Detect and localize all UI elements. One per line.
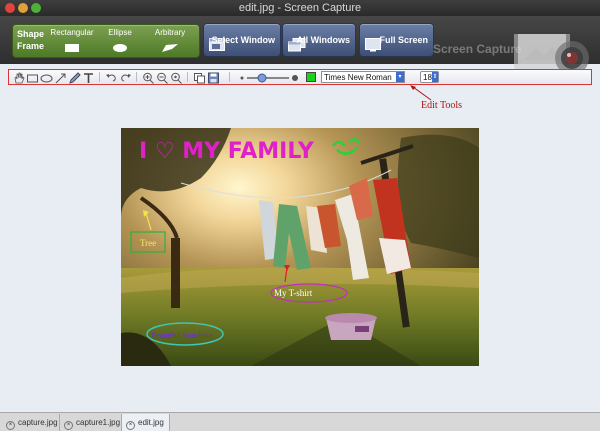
hand-icon[interactable] — [12, 71, 25, 84]
main-toolbar: Shape Frame Rectangular Ellipse Arbitrar… — [0, 16, 600, 75]
tree-label[interactable]: Tree — [140, 238, 156, 248]
family-photo: I ♡ MY FAMILY Tree My T-shirt Beautiful … — [121, 128, 479, 366]
arbitrary-shape-icon — [161, 43, 179, 55]
save-icon[interactable] — [207, 71, 220, 84]
zoom-out-icon[interactable] — [156, 71, 169, 84]
close-window-button[interactable] — [5, 3, 15, 13]
undo-icon[interactable] — [105, 71, 118, 83]
rectangular-label: Rectangular — [50, 28, 94, 37]
rectangle-tool-icon[interactable] — [26, 71, 39, 83]
sunshine-label[interactable]: Beautiful Sunshine — [151, 331, 213, 340]
full-screen-button[interactable]: Full Screen — [359, 23, 434, 57]
arbitrary-frame-button[interactable]: Arbitrary — [145, 27, 195, 55]
document-tabs: × capture.jpg × capture1.jpg × edit.jpg — [0, 412, 600, 431]
all-windows-button[interactable]: All Windows — [282, 23, 356, 57]
select-window-button[interactable]: Select Window — [203, 23, 281, 57]
pencil-tool-icon[interactable] — [68, 71, 81, 84]
tab-capture1[interactable]: × capture1.jpg — [60, 414, 122, 431]
tab-label: capture.jpg — [18, 418, 58, 427]
shape-frame-group: Shape Frame Rectangular Ellipse Arbitrar… — [12, 24, 200, 58]
ellipse-frame-button[interactable]: Ellipse — [95, 27, 145, 55]
rectangular-frame-button[interactable]: Rectangular — [47, 27, 97, 55]
font-size: 18 — [423, 73, 432, 82]
font-size-select[interactable]: 18 ⇕ — [420, 71, 439, 83]
stepper-icon: ⇕ — [432, 72, 438, 82]
arbitrary-label: Arbitrary — [154, 28, 186, 37]
copy-icon[interactable] — [193, 71, 206, 84]
text-tool-icon[interactable] — [82, 71, 95, 83]
select-window-label: Select Window — [211, 35, 275, 45]
tab-label: capture1.jpg — [76, 418, 121, 427]
title-bar: edit.jpg - Screen Capture — [0, 0, 600, 16]
redo-icon[interactable] — [119, 71, 132, 83]
arrow-tool-icon[interactable] — [54, 71, 67, 84]
ellipse-label: Ellipse — [108, 28, 132, 37]
font-name: Times New Roman — [324, 73, 392, 82]
shape-frame-label: Shape Frame — [17, 29, 45, 51]
close-tab-icon[interactable]: × — [64, 421, 73, 430]
actual-size-icon[interactable] — [170, 71, 183, 84]
app-window: edit.jpg - Screen Capture Shape Frame Re… — [0, 0, 600, 431]
ellipse-tool-icon[interactable] — [40, 71, 53, 83]
rectangle-icon — [64, 43, 80, 55]
separator — [187, 72, 188, 82]
full-screen-label: Full Screen — [379, 35, 428, 45]
minimize-window-button[interactable] — [18, 3, 28, 13]
tshirt-label[interactable]: My T-shirt — [274, 288, 313, 298]
zoom-window-button[interactable] — [31, 3, 41, 13]
separator — [99, 72, 100, 82]
close-tab-icon[interactable]: × — [6, 421, 15, 430]
color-swatch[interactable] — [306, 72, 316, 82]
close-tab-icon[interactable]: × — [126, 421, 135, 430]
chevron-down-icon: ▾ — [396, 72, 404, 82]
window-title: edit.jpg - Screen Capture — [238, 2, 362, 14]
edit-tools-bar: Times New Roman ▾ 18 ⇕ — [8, 69, 592, 85]
all-windows-label: All Windows — [296, 35, 350, 45]
tab-edit[interactable]: × edit.jpg — [122, 414, 170, 431]
line-width-slider[interactable] — [239, 71, 299, 83]
image-canvas[interactable]: I ♡ MY FAMILY Tree My T-shirt Beautiful … — [121, 128, 479, 366]
separator — [136, 72, 137, 82]
edit-tools-label: Edit Tools — [421, 100, 463, 111]
tab-label: edit.jpg — [138, 418, 164, 427]
tab-capture[interactable]: × capture.jpg — [2, 414, 60, 431]
zoom-in-icon[interactable] — [142, 71, 155, 84]
family-title-annotation[interactable]: I ♡ MY FAMILY — [139, 139, 315, 164]
separator — [229, 72, 230, 82]
font-select[interactable]: Times New Roman ▾ — [321, 71, 405, 83]
ellipse-icon — [112, 43, 128, 55]
